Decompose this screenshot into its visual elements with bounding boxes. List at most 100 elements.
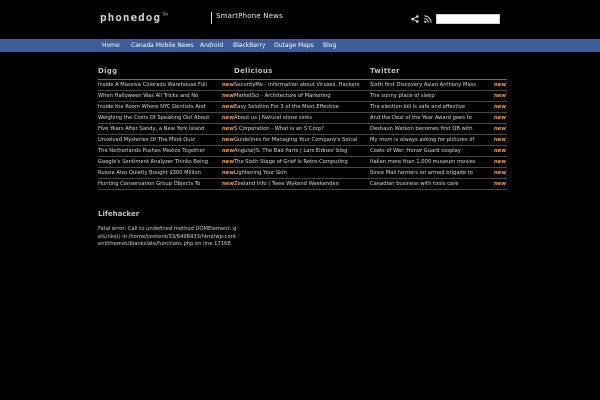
column-title: Delicious [234, 67, 273, 75]
new-badge: new [221, 93, 234, 99]
new-badge: new [221, 148, 234, 154]
list-item[interactable]: Inside the Room Where NYC Dentists And ne… [98, 102, 235, 113]
list-item-link[interactable]: SecurityMe - Information about Viruses, … [234, 82, 371, 88]
list-item-link[interactable]: About us | Natural stone sinks [234, 115, 371, 121]
list-item[interactable]: The sunny place of sleep new [370, 91, 507, 102]
delicious-column: Delicious SecurityMe - Information about… [234, 67, 371, 190]
list-item-link[interactable]: Inside A Massive Colorado Warehouse Full [98, 82, 211, 88]
list-item[interactable]: MarketSci - Architecture of Marketing [234, 91, 371, 102]
list-item-link[interactable]: Five Years After Sandy, a New York Islan… [98, 126, 211, 132]
list-item-link[interactable]: Lightening Your Skin [234, 170, 371, 176]
nav-blog[interactable]: Blog [323, 42, 336, 49]
list-item-link[interactable]: When Halloween Was All Tricks and No [98, 93, 211, 99]
new-badge: new [221, 170, 234, 176]
list-item[interactable]: The Netherlands Pushes Mexico Together ne… [98, 146, 235, 157]
rss-icon[interactable] [424, 15, 432, 23]
list-item[interactable]: Zeeland Info | Twee Wykend Weekenden [234, 179, 371, 190]
list-item-link[interactable]: AngularJS: The Bad Parts | Lars Eidnes' … [234, 148, 371, 154]
new-badge: new [221, 126, 234, 132]
list-item-link[interactable]: Deshaun Watson becomes first QB with [370, 126, 483, 132]
error-message: Fatal error: Call to undefined method DO… [98, 226, 237, 247]
column-title: Digg [98, 67, 118, 75]
logo-text: phonedog [100, 10, 161, 24]
new-badge: new [493, 82, 506, 88]
search-input[interactable] [436, 14, 500, 24]
list-item[interactable]: Google's Sentiment Analyzer Thinks Being… [98, 157, 235, 168]
list-item[interactable]: AngularJS: The Bad Parts | Lars Eidnes' … [234, 146, 371, 157]
list-item[interactable]: Lightening Your Skin [234, 168, 371, 179]
nav-android[interactable]: Android [200, 42, 223, 49]
share-icon[interactable] [411, 15, 419, 23]
twitter-column: Twitter Sixth first Discovery Asian Anth… [370, 67, 507, 190]
list-item[interactable]: Coats of War: Honor Guard cosplay new [370, 146, 507, 157]
list-item[interactable]: Inside A Massive Colorado Warehouse Full… [98, 80, 235, 91]
new-badge: new [493, 93, 506, 99]
nav-canada-mobile-news[interactable]: Canada Mobile News [131, 42, 194, 49]
list-item-link[interactable]: Inside the Room Where NYC Dentists And [98, 104, 211, 110]
site-tagline: SmartPhone News [216, 12, 283, 20]
list-item-link[interactable]: Google's Sentiment Analyzer Thinks Being [98, 159, 211, 165]
list-item[interactable]: SecurityMe - Information about Viruses, … [234, 80, 371, 91]
list-item-link[interactable]: Italian more than 1,000 museum movies [370, 159, 483, 165]
logo-trademark: TM [161, 11, 168, 17]
list-item-link[interactable]: The Sixth Stage of Grief is Retro-Comput… [234, 159, 371, 165]
nav-blackberry[interactable]: BlackBerry [233, 42, 265, 49]
list-item-link[interactable]: MarketSci - Architecture of Marketing [234, 93, 371, 99]
list-item-link[interactable]: And the Deal of the Year Award goes to [370, 115, 483, 121]
new-badge: new [493, 170, 506, 176]
nav-home[interactable]: Home [102, 42, 120, 49]
new-badge: new [493, 126, 506, 132]
list-item-link[interactable]: The election bill is safe and effective [370, 104, 483, 110]
list-item[interactable]: About us | Natural stone sinks [234, 113, 371, 124]
list-item-link[interactable]: Canadian business with tools care [370, 181, 483, 187]
digg-column: Digg Inside A Massive Colorado Warehouse… [98, 67, 235, 190]
new-badge: new [221, 82, 234, 88]
list-item-link[interactable]: The sunny place of sleep [370, 93, 483, 99]
list-item[interactable]: Sixth first Discovery Asian Anthony Mass… [370, 80, 507, 91]
list-item-link[interactable]: Zeeland Info | Twee Wykend Weekenden [234, 181, 371, 187]
list-item[interactable]: When Halloween Was All Tricks and No new [98, 91, 235, 102]
column-title: Twitter [370, 67, 400, 75]
list-item-link[interactable]: Weighing the Costs Of Speaking Out About [98, 115, 211, 121]
new-badge: new [221, 159, 234, 165]
list-item[interactable]: Five Years After Sandy, a New York Islan… [98, 124, 235, 135]
list-item-link[interactable]: Hunting Conservation Group Objects To [98, 181, 211, 187]
list-item-link[interactable]: The Netherlands Pushes Mexico Together [98, 148, 211, 154]
list-item[interactable]: Since Mali farmers on armed brigade to ne… [370, 168, 507, 179]
list-item-link[interactable]: My mom is always asking for pictures of [370, 137, 483, 143]
new-badge: new [221, 115, 234, 121]
list-item[interactable]: Hunting Conservation Group Objects To new [98, 179, 235, 190]
new-badge: new [221, 137, 234, 143]
new-badge: new [493, 148, 506, 154]
list-item[interactable]: Guidelines for Managing Your Company's S… [234, 135, 371, 146]
new-badge: new [221, 104, 234, 110]
list-item-link[interactable]: Since Mali farmers on armed brigade to [370, 170, 483, 176]
new-badge: new [493, 115, 506, 121]
list-item[interactable]: The Sixth Stage of Grief is Retro-Comput… [234, 157, 371, 168]
list-item[interactable]: My mom is always asking for pictures of n… [370, 135, 507, 146]
list-item-link[interactable]: Sixth first Discovery Asian Anthony Mass [370, 82, 483, 88]
list-item-link[interactable]: Guidelines for Managing Your Company's S… [234, 137, 371, 143]
list-item[interactable]: Canadian business with tools care new [370, 179, 507, 190]
list-item[interactable]: Unsolved Mysteries Of The Mind Quiz new [98, 135, 235, 146]
list-item[interactable]: The election bill is safe and effective n… [370, 102, 507, 113]
list-item[interactable]: And the Deal of the Year Award goes to ne… [370, 113, 507, 124]
list-item-link[interactable]: Easy Solution For 3 of the Most Effectiv… [234, 104, 371, 110]
new-badge: new [493, 137, 506, 143]
site-logo[interactable]: phonedog TM [100, 10, 168, 24]
new-badge: new [493, 181, 506, 187]
list-item[interactable]: Easy Solution For 3 of the Most Effectiv… [234, 102, 371, 113]
list-item-link[interactable]: S Corporation - What is an S Corp? [234, 126, 371, 132]
new-badge: new [221, 181, 234, 187]
nav-outage-maps[interactable]: Outage Maps [274, 42, 314, 49]
list-item-link[interactable]: Russia Also Quietly Bought $300 Million [98, 170, 211, 176]
list-item[interactable]: Russia Also Quietly Bought $300 Million n… [98, 168, 235, 179]
header: phonedog TM SmartPhone News [0, 0, 600, 39]
list-item[interactable]: Weighing the Costs Of Speaking Out About… [98, 113, 235, 124]
main-nav: Home Canada Mobile News Android BlackBer… [0, 39, 600, 52]
list-item[interactable]: S Corporation - What is an S Corp? [234, 124, 371, 135]
list-item-link[interactable]: Unsolved Mysteries Of The Mind Quiz [98, 137, 211, 143]
list-item[interactable]: Italian more than 1,000 museum movies new [370, 157, 507, 168]
list-item[interactable]: Deshaun Watson becomes first QB with new [370, 124, 507, 135]
list-item-link[interactable]: Coats of War: Honor Guard cosplay [370, 148, 483, 154]
